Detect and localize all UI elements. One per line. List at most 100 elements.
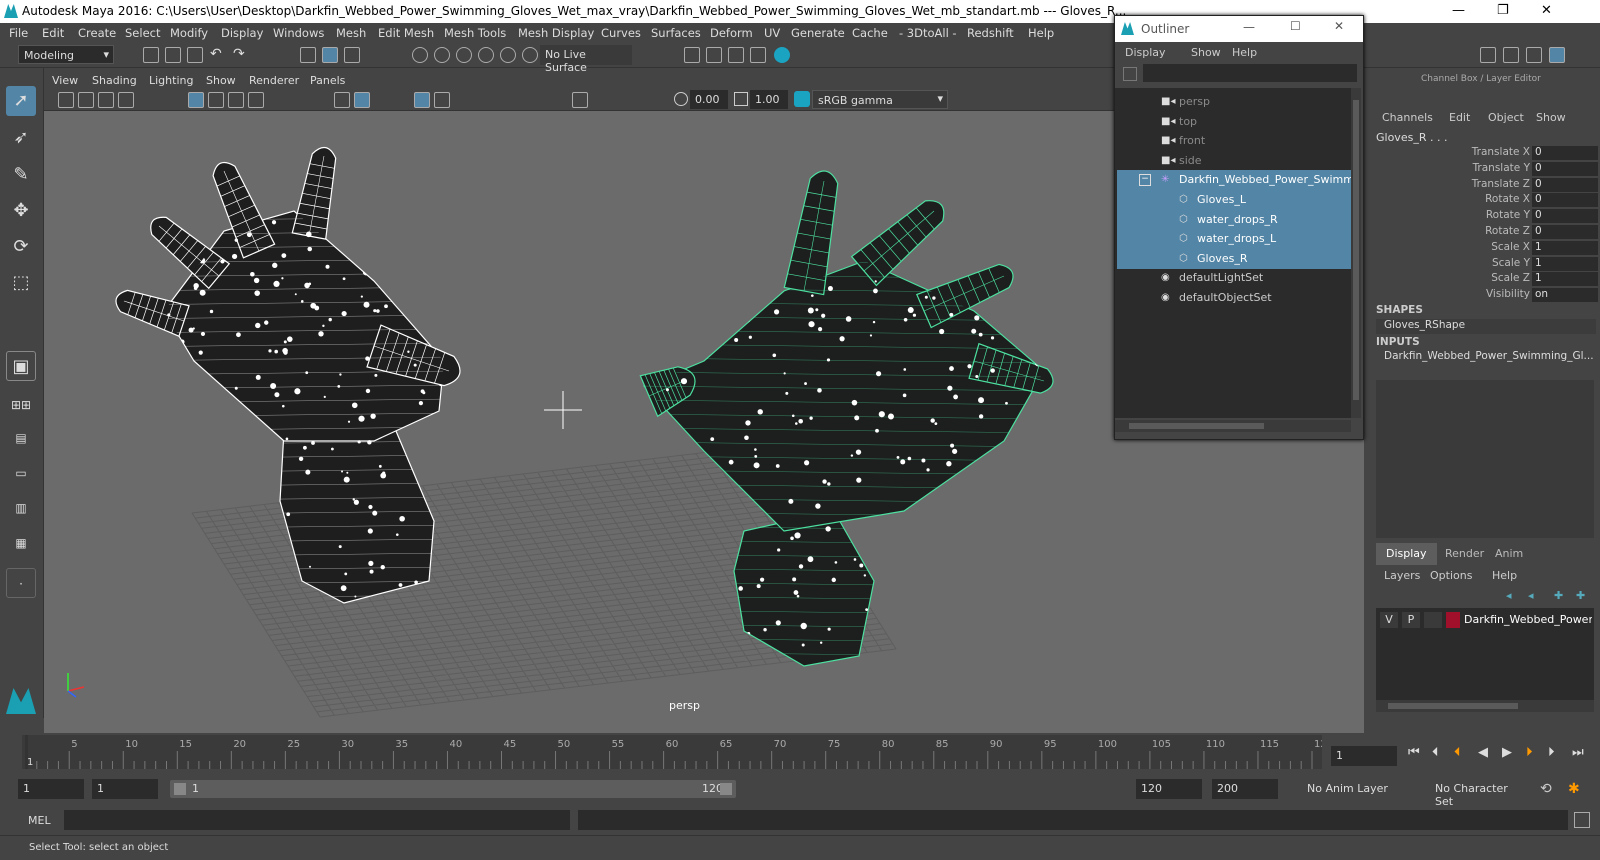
layer-menu-options[interactable]: Options — [1430, 569, 1472, 582]
channel-label[interactable]: Scale X — [1491, 241, 1530, 253]
select-component-icon[interactable] — [344, 47, 360, 63]
film-gate-icon[interactable] — [208, 92, 224, 108]
mode-dropdown[interactable]: Modeling ▾ — [18, 45, 114, 64]
channel-label[interactable]: Rotate Y — [1486, 209, 1530, 221]
maximize-button[interactable]: ❐ — [1497, 3, 1509, 18]
menu-uv[interactable]: UV — [764, 26, 780, 40]
close-button[interactable]: ✕ — [1541, 3, 1552, 18]
outliner-item[interactable]: ⬡ Gloves_L — [1117, 190, 1351, 210]
select-hierarchy-icon[interactable] — [300, 47, 316, 63]
channel-value-field[interactable]: 0 — [1532, 177, 1598, 192]
toggle-attribute-editor-icon[interactable] — [1503, 47, 1519, 63]
open-scene-icon[interactable] — [165, 47, 181, 63]
channel-row[interactable]: Rotate X0 — [1370, 193, 1600, 209]
exposure-icon[interactable] — [674, 92, 688, 106]
outliner-vertical-scrollbar[interactable] — [1351, 88, 1361, 418]
new-layer-selected-icon[interactable]: ✚ — [1576, 589, 1585, 602]
viewport-menu-lighting[interactable]: Lighting — [149, 74, 193, 87]
menu-file[interactable]: File — [9, 26, 28, 40]
playback-end-field[interactable]: 120 — [1136, 779, 1202, 799]
live-icon[interactable] — [522, 47, 538, 63]
channel-label[interactable]: Rotate Z — [1485, 225, 1530, 237]
uv-layout-icon[interactable]: ▦ — [6, 528, 36, 558]
time-ruler[interactable]: 5 10 15 20 25 30 35 40 45 50 55 60 65 70 75 80 85 90 95 100… — [22, 735, 1333, 769]
outliner-item[interactable]: ⬡ water_drops_L — [1117, 229, 1351, 250]
smooth-shade-icon[interactable] — [354, 92, 370, 108]
menu-mesh-tools[interactable]: Mesh Tools — [444, 26, 506, 40]
channel-menu-channels[interactable]: Channels — [1382, 111, 1433, 124]
menu-edit-mesh[interactable]: Edit Mesh — [378, 26, 434, 40]
channel-label[interactable]: Rotate X — [1485, 193, 1530, 205]
range-slider-bar[interactable]: 1 120 — [170, 780, 736, 798]
hypershade-layout-icon[interactable]: ▥ — [6, 493, 36, 523]
outliner-item[interactable]: ■◂ side — [1117, 151, 1351, 171]
menu-mesh-display[interactable]: Mesh Display — [518, 26, 594, 40]
color-space-dropdown[interactable]: sRGB gamma ▾ — [812, 90, 948, 109]
layer-horizontal-scrollbar[interactable] — [1376, 700, 1594, 712]
viewport-menu-show[interactable]: Show — [206, 74, 236, 87]
wireframe-icon[interactable] — [334, 92, 350, 108]
channel-label[interactable]: Translate Z — [1472, 178, 1530, 190]
camera-attributes-icon[interactable] — [78, 92, 94, 108]
viewport-menu-renderer[interactable]: Renderer — [249, 74, 299, 87]
toggle-modeling-toolkit-icon[interactable] — [1480, 47, 1496, 63]
render-frame-icon[interactable] — [706, 47, 722, 63]
glove-right-mesh[interactable] — [639, 170, 1054, 667]
isolate-select-icon[interactable] — [572, 92, 588, 108]
layer-visibility-toggle[interactable]: V — [1380, 612, 1398, 628]
outliner-close-button[interactable]: ✕ — [1334, 19, 1344, 33]
graph-layout-icon[interactable]: ▭ — [6, 458, 36, 488]
outliner-search-input[interactable] — [1143, 64, 1357, 82]
snap-grid-icon[interactable] — [412, 47, 428, 63]
menu-deform[interactable]: Deform — [710, 26, 753, 40]
outliner-vscroll-thumb[interactable] — [1353, 100, 1359, 400]
step-forward-key-icon[interactable]: ⏵ — [1526, 745, 1533, 760]
new-scene-icon[interactable] — [143, 47, 159, 63]
play-forwards-icon[interactable]: ▶ — [1502, 745, 1512, 760]
animation-preferences-icon[interactable]: ✱ — [1568, 781, 1580, 797]
channel-label[interactable]: Translate X — [1472, 146, 1530, 158]
undo-icon[interactable]: ↶ — [210, 46, 222, 62]
menu-modify[interactable]: Modify — [170, 26, 208, 40]
outliner-item[interactable]: ◉ defaultLightSet — [1117, 268, 1351, 288]
viewport-menu-panels[interactable]: Panels — [310, 74, 345, 87]
channel-value-field[interactable]: 1 — [1532, 240, 1598, 255]
mel-input[interactable] — [64, 810, 570, 830]
move-layer-down-icon[interactable]: ◂ — [1528, 589, 1534, 602]
auto-key-icon[interactable]: ⟲ — [1540, 781, 1552, 797]
ipr-render-icon[interactable] — [728, 47, 744, 63]
four-view-layout-icon[interactable]: ⊞⊞ — [6, 390, 36, 420]
outliner-layout-icon[interactable]: ▤ — [6, 423, 36, 453]
channel-value-field[interactable]: 0 — [1532, 209, 1598, 224]
layer-hscroll-thumb[interactable] — [1388, 703, 1518, 709]
channel-row[interactable]: Rotate Z0 — [1370, 225, 1600, 241]
gate-mask-icon[interactable] — [248, 92, 264, 108]
channel-value-field[interactable]: 0 — [1532, 146, 1598, 160]
new-layer-icon[interactable]: ✚ — [1554, 589, 1563, 602]
scene-end-field[interactable]: 200 — [1212, 779, 1278, 799]
channel-value-field[interactable]: 1 — [1532, 256, 1598, 271]
tab-anim[interactable]: Anim — [1485, 543, 1533, 565]
menu-redshift[interactable]: Redshift — [967, 26, 1014, 40]
live-surface-field[interactable]: No Live Surface — [540, 45, 632, 74]
outliner-item[interactable]: ⬡ Gloves_R — [1117, 248, 1351, 269]
minimize-button[interactable]: — — [1452, 3, 1465, 18]
exposure-field[interactable]: 0.00 — [690, 90, 728, 109]
channel-row[interactable]: Visibility on — [1370, 288, 1600, 304]
save-scene-icon[interactable] — [187, 47, 203, 63]
range-start-handle[interactable] — [174, 783, 186, 795]
select-tool-icon[interactable]: ➚ — [6, 86, 36, 116]
move-layer-up-icon[interactable]: ◂ — [1506, 589, 1512, 602]
menu-mesh[interactable]: Mesh — [336, 26, 366, 40]
channel-value-field[interactable]: 0 — [1532, 161, 1598, 176]
script-editor-icon[interactable] — [1574, 812, 1590, 828]
channel-row[interactable]: Scale Z1 — [1370, 272, 1600, 288]
channel-row[interactable]: Scale X1 — [1370, 240, 1600, 257]
layer-menu-help[interactable]: Help — [1492, 569, 1517, 582]
layer-type-toggle[interactable] — [1424, 612, 1442, 628]
channel-value-field[interactable]: 0 — [1532, 225, 1598, 239]
layer-row[interactable]: V P Darkfin_Webbed_Power — [1380, 612, 1592, 630]
menu-select[interactable]: Select — [125, 26, 160, 40]
outliner-item[interactable]: ■◂ front — [1117, 131, 1351, 151]
resolution-gate-icon[interactable] — [228, 92, 244, 108]
